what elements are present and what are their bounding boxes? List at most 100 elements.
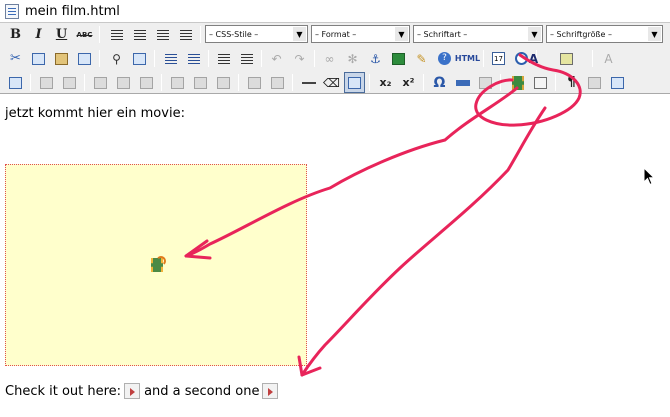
toolbar-separator xyxy=(161,74,162,91)
delete-row-icon xyxy=(140,76,153,89)
redo-icon: ↷ xyxy=(294,51,305,66)
remove-format-button[interactable]: A xyxy=(598,48,619,69)
text-color-icon: A xyxy=(528,51,539,66)
bullet-list-icon xyxy=(164,53,177,64)
insert-row-before-button[interactable] xyxy=(90,72,111,93)
cleanup-button[interactable]: ✎ xyxy=(411,48,432,69)
table-cell-icon xyxy=(63,76,76,89)
merge-cells-icon xyxy=(271,76,284,89)
media-play-icon xyxy=(534,76,547,89)
background-color-button[interactable] xyxy=(556,48,577,69)
horizontal-rule-icon xyxy=(301,81,316,84)
split-cells-button[interactable] xyxy=(244,72,265,93)
image-button[interactable] xyxy=(388,48,409,69)
format-select[interactable]: – Format – ▼ xyxy=(311,25,410,43)
eraser-button[interactable]: ⌫ xyxy=(321,72,342,93)
subscript-button[interactable]: x₂ xyxy=(375,72,396,93)
help-button[interactable]: ? xyxy=(434,48,455,69)
paste-word-button[interactable] xyxy=(74,48,95,69)
css-styles-select[interactable]: – CSS-Stile – ▼ xyxy=(205,25,308,43)
film-icon xyxy=(151,256,166,272)
toolbar-row-2: ✂ ⚲ ↶ ↷ ∞ ✻ ⚓ ✎ ? HTML 17 A A xyxy=(0,47,670,71)
insert-col-after-button[interactable] xyxy=(190,72,211,93)
remove-format-icon: A xyxy=(604,51,613,66)
intro-paragraph: jetzt kommt hier ein movie: xyxy=(5,106,185,121)
font-size-select[interactable]: – Schriftgröße – ▼ xyxy=(546,25,663,43)
embed-icon xyxy=(479,76,492,89)
html-source-button[interactable]: HTML xyxy=(454,48,481,69)
link-button[interactable]: ∞ xyxy=(319,48,340,69)
table-row-icon xyxy=(40,76,53,89)
font-size-value: – Schriftgröße – xyxy=(550,29,613,39)
delete-col-button[interactable] xyxy=(213,72,234,93)
visual-aid-button[interactable] xyxy=(344,72,365,93)
preview-button[interactable] xyxy=(607,72,628,93)
html-label: HTML xyxy=(454,54,481,63)
align-justify-button[interactable] xyxy=(175,24,196,45)
inline-media-1[interactable] xyxy=(124,383,141,399)
embed-button[interactable] xyxy=(475,72,496,93)
table-cell-props-button[interactable] xyxy=(59,72,80,93)
horizontal-rule-button[interactable] xyxy=(298,72,319,93)
align-center-button[interactable] xyxy=(129,24,150,45)
insert-media-button[interactable] xyxy=(507,72,528,93)
special-char-button[interactable]: Ω xyxy=(429,72,450,93)
delete-row-button[interactable] xyxy=(136,72,157,93)
font-family-value: – Schriftart – xyxy=(417,29,468,39)
ordered-list-button[interactable] xyxy=(183,48,204,69)
unordered-list-button[interactable] xyxy=(160,48,181,69)
omega-label: Ω xyxy=(433,74,446,91)
layer-icon xyxy=(455,79,470,86)
check-text: Check it out here: xyxy=(5,383,122,399)
unlink-button[interactable]: ✻ xyxy=(342,48,363,69)
toolbar-separator xyxy=(238,74,239,91)
format-value: – Format – xyxy=(315,29,357,39)
binoculars-icon: ⚲ xyxy=(112,51,121,66)
toolbar-separator xyxy=(483,50,484,67)
print-button[interactable] xyxy=(584,72,605,93)
editor-toolbar: B I U ABC – CSS-Stile – ▼ – Format – ▼ –… xyxy=(0,22,670,94)
align-right-button[interactable] xyxy=(152,24,173,45)
outdent-button[interactable] xyxy=(213,48,234,69)
copy-button[interactable] xyxy=(28,48,49,69)
editor-content[interactable]: jetzt kommt hier ein movie: Check it out… xyxy=(0,95,670,417)
title-bar: mein film.html xyxy=(0,0,670,22)
paste-button[interactable] xyxy=(51,48,72,69)
bold-button[interactable]: B xyxy=(5,24,26,45)
toolbar-separator xyxy=(500,74,501,91)
outdent-icon xyxy=(217,53,230,64)
superscript-button[interactable]: x² xyxy=(398,72,419,93)
align-right-icon xyxy=(156,29,169,40)
insert-layer-button[interactable] xyxy=(452,72,473,93)
insert-date-button[interactable]: 17 xyxy=(488,48,509,69)
underline-button[interactable]: U xyxy=(51,24,72,45)
media-player-button[interactable] xyxy=(530,72,551,93)
cut-button[interactable]: ✂ xyxy=(5,48,26,69)
inline-media-2[interactable] xyxy=(262,383,279,399)
show-paragraphs-button[interactable]: ¶ xyxy=(561,72,582,93)
insert-col-before-button[interactable] xyxy=(167,72,188,93)
redo-button[interactable]: ↷ xyxy=(289,48,310,69)
preview-icon xyxy=(611,76,624,89)
edit-css-button[interactable] xyxy=(5,72,26,93)
align-center-icon xyxy=(133,29,146,40)
undo-button[interactable]: ↶ xyxy=(266,48,287,69)
table-row-props-button[interactable] xyxy=(36,72,57,93)
italic-button[interactable]: I xyxy=(28,24,49,45)
font-family-select[interactable]: – Schriftart – ▼ xyxy=(413,25,543,43)
merge-cells-button[interactable] xyxy=(267,72,288,93)
embedded-movie-placeholder[interactable] xyxy=(5,164,307,366)
toolbar-separator xyxy=(592,50,593,67)
insert-row-after-button[interactable] xyxy=(113,72,134,93)
text-color-button[interactable]: A xyxy=(523,48,544,69)
toolbar-separator xyxy=(99,26,100,43)
chevron-down-icon: ▼ xyxy=(293,27,306,41)
replace-button[interactable] xyxy=(129,48,150,69)
anchor-button[interactable]: ⚓ xyxy=(365,48,386,69)
find-button[interactable]: ⚲ xyxy=(106,48,127,69)
align-left-button[interactable] xyxy=(106,24,127,45)
strikethrough-button[interactable]: ABC xyxy=(74,24,95,45)
toolbar-separator xyxy=(84,74,85,91)
indent-button[interactable] xyxy=(236,48,257,69)
toolbar-separator xyxy=(208,50,209,67)
